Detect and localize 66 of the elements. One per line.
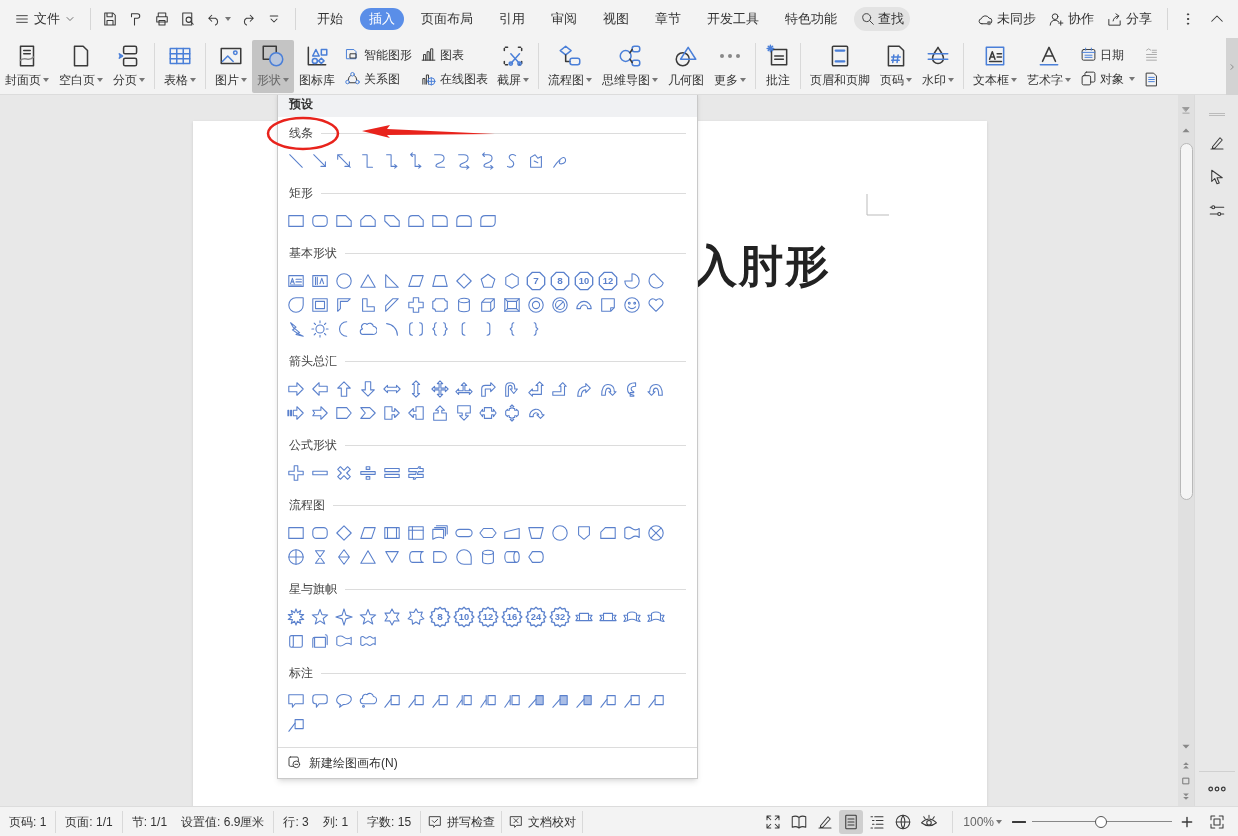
status-text: 字数: 15 xyxy=(367,813,412,831)
new-canvas-menu-item[interactable]: 新建绘图画布(N) xyxy=(278,748,697,778)
ribbon-button[interactable]: 页码 xyxy=(875,40,917,93)
menu-header: 预设 xyxy=(278,95,697,117)
ribbon-button[interactable]: 在线图表 xyxy=(420,69,488,88)
ribbon-button[interactable]: 图标库 xyxy=(294,40,340,93)
numbered-star-shape[interactable]: 24 xyxy=(524,605,548,629)
status-text: 列: 1 xyxy=(322,813,349,831)
ribbon-button[interactable]: 页眉和页脚 xyxy=(805,40,875,93)
status-text: 设置值: 6.9厘米 xyxy=(181,813,265,831)
top-action-button[interactable]: 分享 xyxy=(1103,6,1155,32)
status-button[interactable]: 文档校对 xyxy=(508,812,577,831)
numbered-polygon-shape[interactable]: 12 xyxy=(596,269,620,293)
ribbon-button[interactable]: 截屏 xyxy=(492,40,534,93)
status-text: 节: 1/1 xyxy=(131,813,168,831)
status-button[interactable]: 拼写检查 xyxy=(427,812,496,831)
section-title: 箭头总汇 xyxy=(289,353,337,370)
ribbon-button[interactable]: 批注 xyxy=(760,40,796,93)
ribbon-button[interactable]: 几何图 xyxy=(663,40,709,93)
ribbon-button[interactable]: 对象 xyxy=(1080,69,1135,88)
section-title: 矩形 xyxy=(289,185,313,202)
ribbon-button[interactable]: 表格 xyxy=(159,40,201,93)
numbered-star-shape[interactable]: 10 xyxy=(452,605,476,629)
ribbon-tab[interactable]: 章节 xyxy=(646,8,690,30)
ribbon-tab[interactable]: 引用 xyxy=(490,8,534,30)
ribbon-button[interactable]: 分页 xyxy=(108,40,150,93)
ribbon-button[interactable]: 智能图形 xyxy=(344,45,412,64)
ribbon-button[interactable]: 思维导图 xyxy=(597,40,663,93)
ribbon-button[interactable]: 封面页 xyxy=(0,40,54,93)
numbered-star-shape[interactable]: 12 xyxy=(476,605,500,629)
status-text: 页码: 1 xyxy=(9,813,47,831)
section-title: 线条 xyxy=(289,125,313,142)
ribbon-button[interactable]: 空白页 xyxy=(54,40,108,93)
section-title: 星与旗帜 xyxy=(289,581,337,598)
section-title: 标注 xyxy=(289,665,313,682)
ribbon-tab[interactable]: 开始 xyxy=(308,8,352,30)
ribbon-button[interactable]: 关系图 xyxy=(344,69,412,88)
status-text: 页面: 1/1 xyxy=(65,813,113,831)
top-action-button[interactable]: 未同步 xyxy=(974,6,1039,32)
numbered-star-shape[interactable]: 8 xyxy=(428,605,452,629)
ribbon-button[interactable]: 图片 xyxy=(210,40,252,93)
section-title: 公式形状 xyxy=(289,437,337,454)
section-title: 流程图 xyxy=(289,497,325,514)
ribbon-button[interactable]: 艺术字 xyxy=(1022,40,1076,93)
status-text: 行: 3 xyxy=(283,813,309,831)
numbered-star-shape[interactable]: 16 xyxy=(500,605,524,629)
ribbon-button[interactable]: 水印 xyxy=(917,40,959,93)
numbered-star-shape[interactable]: 32 xyxy=(548,605,572,629)
ribbon-tab[interactable]: 页面布局 xyxy=(412,8,482,30)
numbered-polygon-shape[interactable]: 7 xyxy=(524,269,548,293)
ribbon-button[interactable]: 更多 xyxy=(709,40,751,93)
section-title: 基本形状 xyxy=(289,245,337,262)
ribbon-button[interactable]: 日期 xyxy=(1080,45,1135,64)
top-action-button[interactable]: 协作 xyxy=(1045,6,1097,32)
ribbon-tab[interactable]: 视图 xyxy=(594,8,638,30)
ribbon-tab[interactable]: 特色功能 xyxy=(776,8,846,30)
ribbon-tab[interactable]: 审阅 xyxy=(542,8,586,30)
ribbon-button[interactable]: 文本框 xyxy=(968,40,1022,93)
numbered-polygon-shape[interactable]: 10 xyxy=(572,269,596,293)
file-menu[interactable]: 文件 xyxy=(14,6,76,32)
numbered-polygon-shape[interactable]: 8 xyxy=(548,269,572,293)
search-button[interactable]: 查找 xyxy=(854,7,910,31)
ribbon-button[interactable]: 流程图 xyxy=(543,40,597,93)
zoom-level-dropdown[interactable]: 100% xyxy=(963,812,1002,831)
ribbon-button[interactable]: 图表 xyxy=(420,45,488,64)
ribbon-tab[interactable]: 开发工具 xyxy=(698,8,768,30)
